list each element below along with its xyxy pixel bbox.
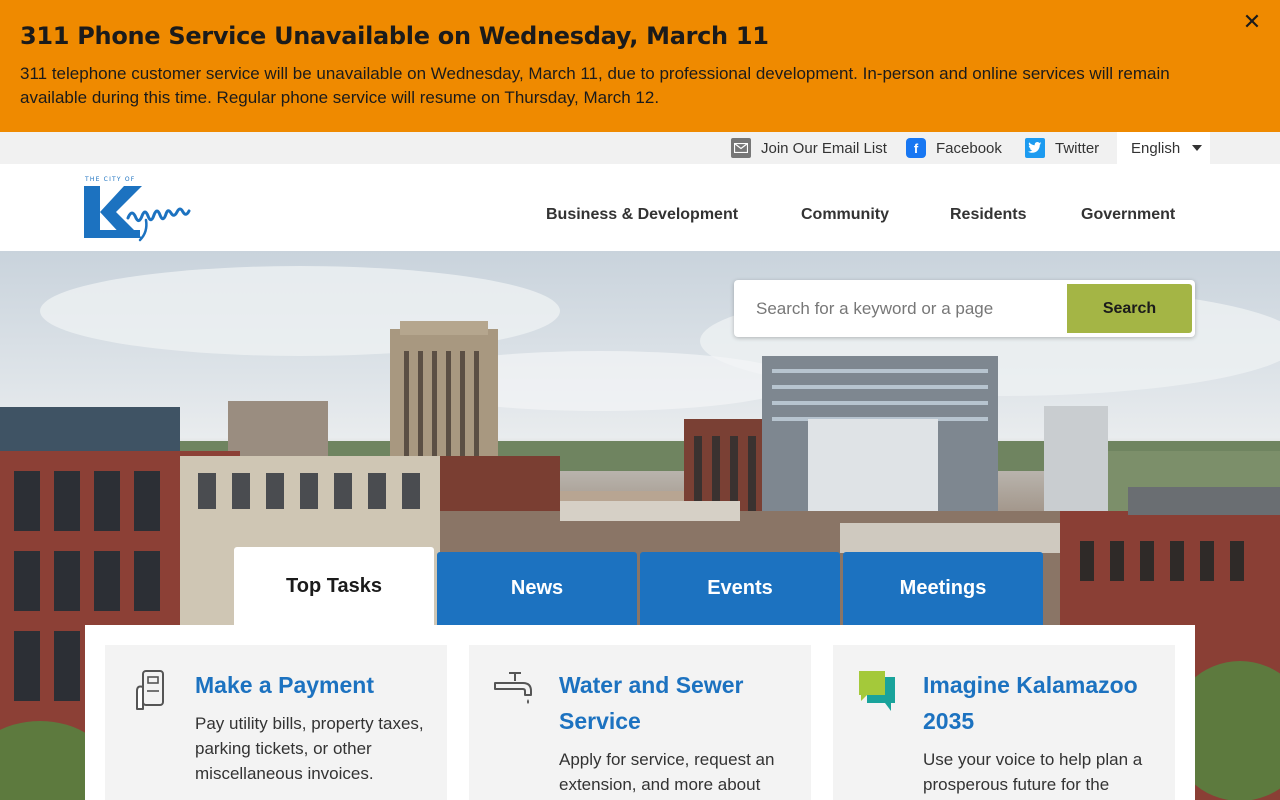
task-card-water-sewer[interactable]: Water and Sewer Service Apply for servic… <box>469 645 811 800</box>
facebook-link[interactable]: f Facebook <box>906 137 1002 159</box>
close-icon[interactable]: ✕ <box>1240 10 1264 34</box>
site-header: THE CITY OF Business & Development Commu… <box>0 164 1280 251</box>
twitter-link[interactable]: Twitter <box>1025 137 1099 159</box>
language-select[interactable]: English <box>1117 132 1210 164</box>
card-payment-icon <box>136 670 164 710</box>
alert-body: 311 telephone customer service will be u… <box>20 64 1170 107</box>
top-tasks-panel: Make a Payment Pay utility bills, proper… <box>85 625 1195 800</box>
email-list-link[interactable]: Join Our Email List <box>731 137 887 159</box>
faucet-icon <box>494 672 532 704</box>
task-card-payment[interactable]: Make a Payment Pay utility bills, proper… <box>105 645 447 800</box>
chevron-down-icon <box>1192 145 1203 151</box>
tab-news[interactable]: News <box>437 552 637 625</box>
svg-text:THE CITY OF: THE CITY OF <box>84 176 135 183</box>
nav-residents[interactable]: Residents <box>950 206 1026 224</box>
search-box: Search <box>734 280 1195 337</box>
alert-banner: 311 Phone Service Unavailable on Wednesd… <box>0 0 1280 132</box>
card-title: Water and Sewer Service <box>559 672 744 734</box>
utility-bar: Join Our Email List f Facebook Twitter E… <box>0 132 1280 164</box>
twitter-label: Twitter <box>1055 139 1100 157</box>
task-card-imagine-kalamazoo[interactable]: Imagine Kalamazoo 2035 Use your voice to… <box>833 645 1175 800</box>
card-title: Imagine Kalamazoo 2035 <box>923 672 1138 734</box>
kalamazoo-logo-icon: THE CITY OF <box>84 176 191 242</box>
search-input[interactable] <box>742 284 1068 333</box>
nav-government[interactable]: Government <box>1081 206 1175 224</box>
facebook-label: Facebook <box>936 139 1002 157</box>
card-title: Make a Payment <box>195 672 374 698</box>
twitter-icon <box>1025 138 1045 158</box>
card-description: Apply for service, request an extension,… <box>559 750 775 794</box>
nav-community[interactable]: Community <box>801 206 889 224</box>
nav-business-development[interactable]: Business & Development <box>546 206 738 224</box>
facebook-icon: f <box>906 138 926 158</box>
chat-bubbles-icon <box>859 671 895 711</box>
tab-meetings[interactable]: Meetings <box>843 552 1043 625</box>
search-button[interactable]: Search <box>1067 284 1192 333</box>
alert-title: 311 Phone Service Unavailable on Wednesd… <box>20 22 769 50</box>
card-description: Pay utility bills, property taxes, parki… <box>195 714 424 783</box>
tab-events[interactable]: Events <box>640 552 840 625</box>
tab-top-tasks[interactable]: Top Tasks <box>234 547 434 626</box>
card-description: Use your voice to help plan a prosperous… <box>923 750 1143 794</box>
mail-icon <box>731 138 751 158</box>
language-value: English <box>1131 139 1181 157</box>
email-list-label: Join Our Email List <box>761 139 887 157</box>
city-logo[interactable]: THE CITY OF <box>84 174 204 242</box>
